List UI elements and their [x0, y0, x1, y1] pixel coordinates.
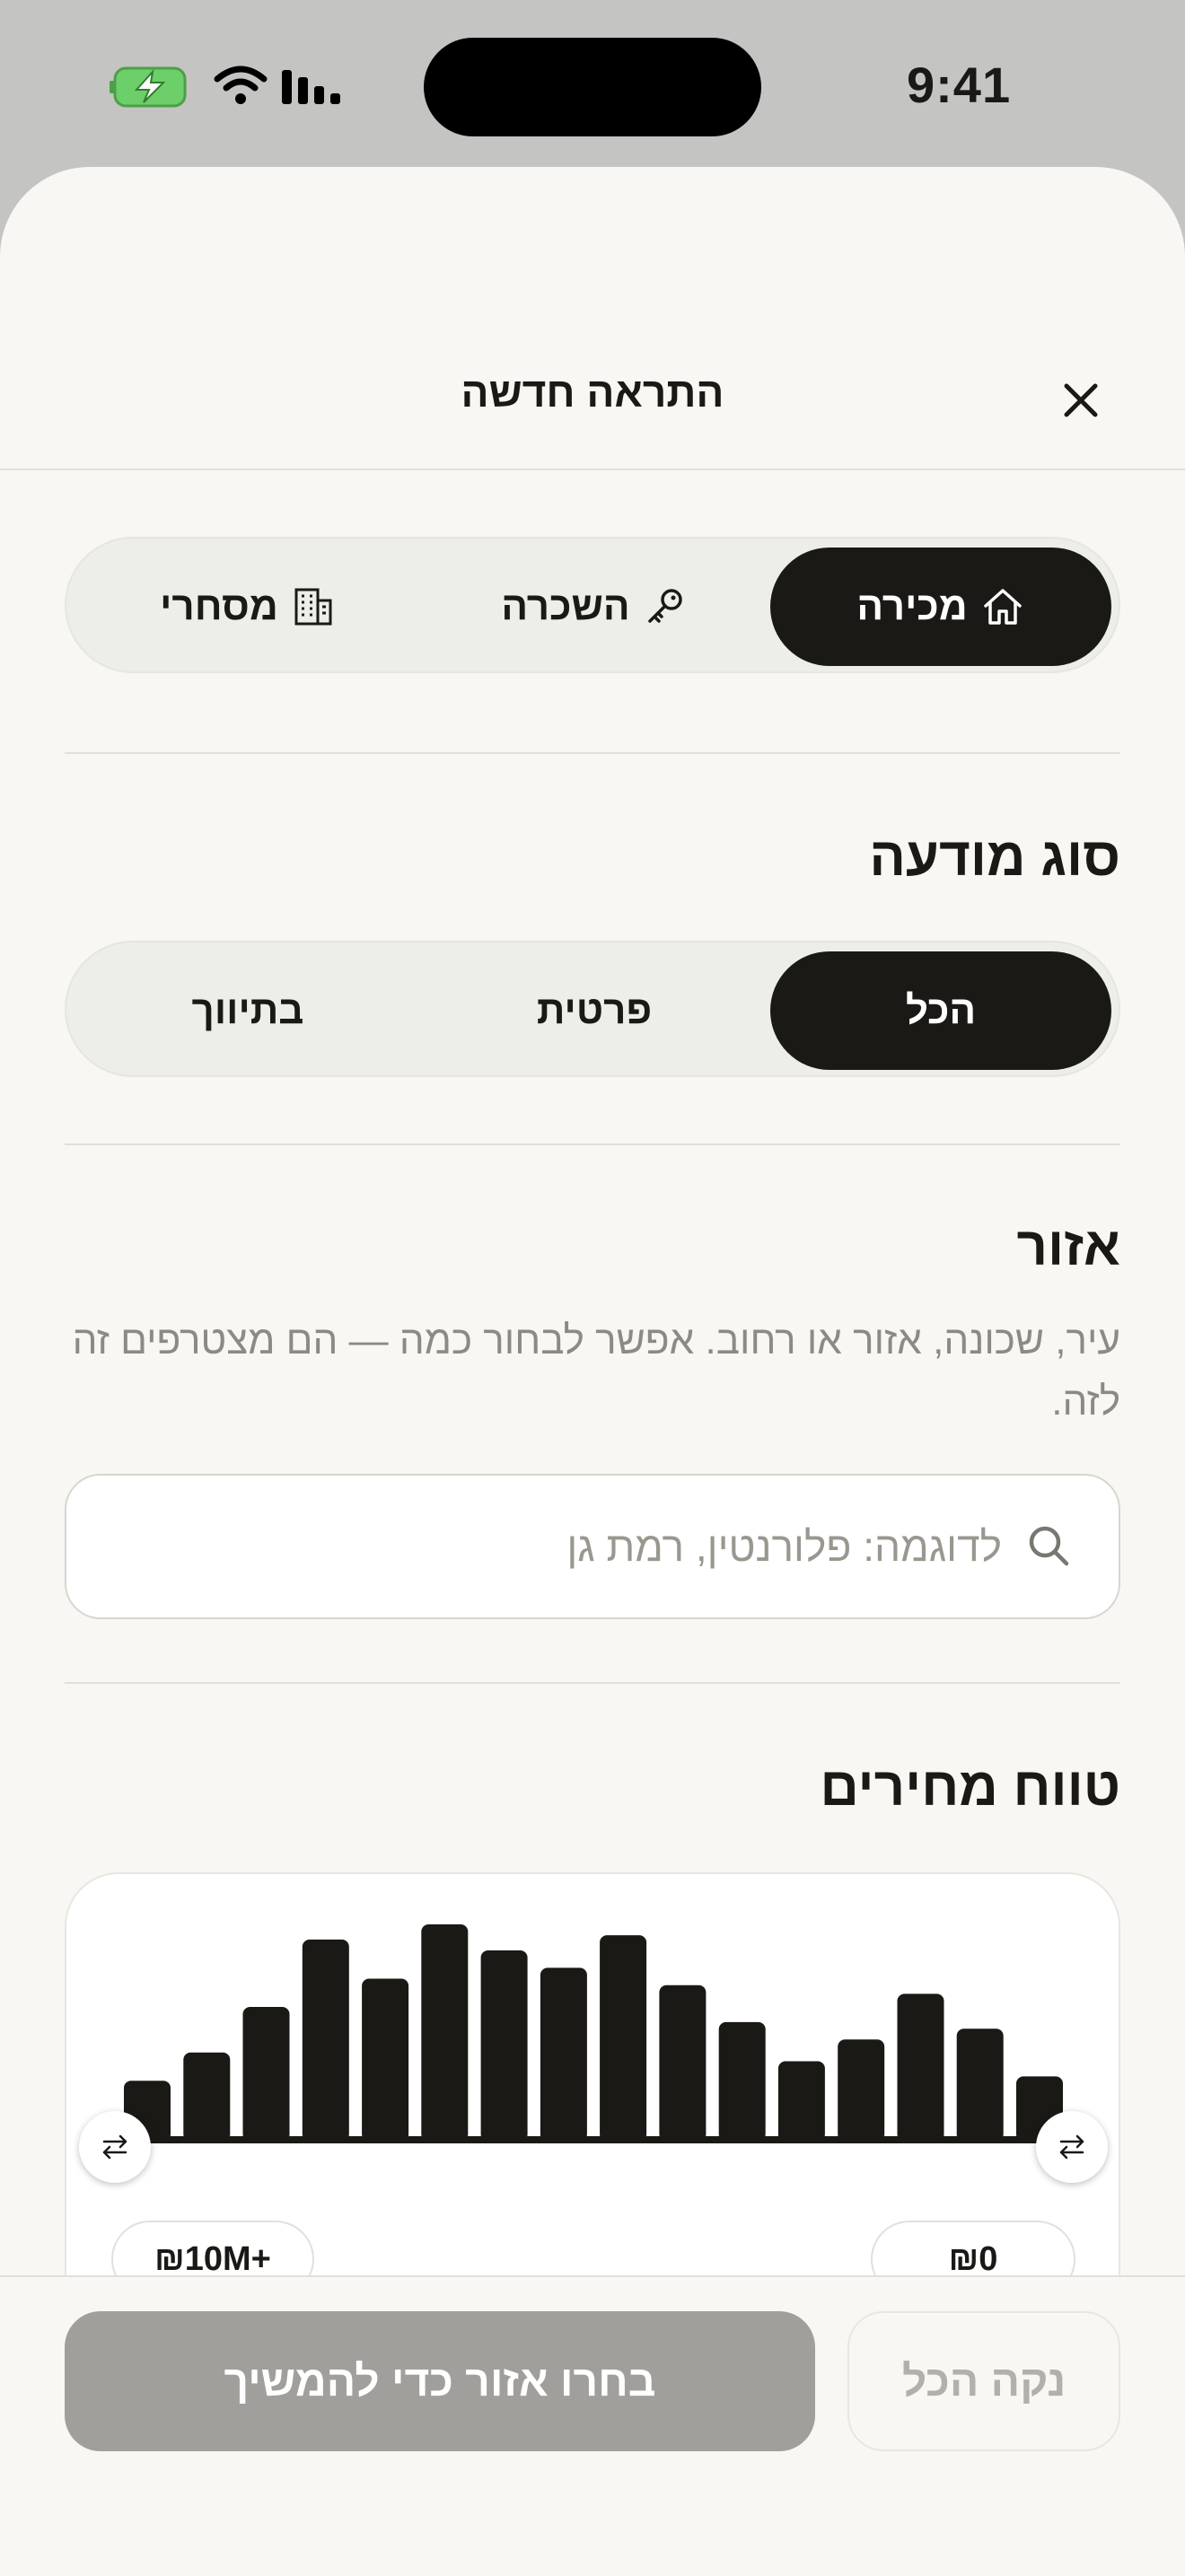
clear-all-button[interactable]: נקה הכל — [847, 2311, 1120, 2451]
area-search-placeholder: לדוגמה: פלורנטין, רמת גן — [566, 1523, 1002, 1570]
option-agency-label: בתיווך — [191, 988, 304, 1032]
home-icon — [983, 589, 1022, 625]
section-divider — [65, 752, 1120, 754]
continue-button[interactable]: בחרו אזור כדי להמשיך — [65, 2311, 815, 2451]
section-divider — [65, 1682, 1120, 1684]
histogram-bar — [718, 2021, 766, 2142]
histogram-bar — [659, 1985, 707, 2142]
histogram-bar — [838, 2039, 885, 2142]
close-icon — [1064, 383, 1098, 417]
close-button[interactable] — [1056, 375, 1106, 425]
price-max-handle[interactable] — [79, 2111, 151, 2183]
histogram-bar — [480, 1950, 528, 2142]
battery-charging-icon — [110, 66, 190, 112]
status-bar: 9:41 — [0, 0, 1185, 167]
histogram-bar — [302, 1939, 349, 2142]
deal-type-segmented-control: מכירה השכרה מסחרי — [65, 537, 1120, 673]
histogram-bar — [242, 2007, 290, 2142]
new-alert-sheet: התראה חדשה מכירה השכרה מסחרי סוג מודעה ה… — [0, 167, 1185, 2574]
tab-commercial-label: מסחרי — [160, 584, 278, 628]
area-search-input[interactable]: לדוגמה: פלורנטין, רמת גן — [65, 1474, 1120, 1619]
wifi-icon — [214, 65, 268, 110]
histogram-bar — [540, 1967, 587, 2142]
swap-arrows-icon — [1059, 2134, 1084, 2160]
option-agency[interactable]: בתיווך — [77, 951, 418, 1070]
tab-rent[interactable]: השכרה — [424, 548, 765, 666]
option-all[interactable]: הכל — [770, 951, 1111, 1070]
tab-commercial[interactable]: מסחרי — [77, 548, 418, 666]
histogram-bar — [897, 1993, 944, 2142]
histogram-svg — [124, 1924, 1063, 2143]
tab-sale-label: מכירה — [856, 584, 968, 628]
tab-rent-label: השכרה — [501, 584, 630, 628]
histogram-bar — [362, 1978, 409, 2142]
histogram-bar — [421, 1924, 469, 2142]
area-description: עיר, שכונה, אזור או רחוב. אפשר לבחור כמה… — [72, 1319, 1120, 1424]
sheet-footer: בחרו אזור כדי להמשיך נקה הכל — [0, 2275, 1185, 2576]
tab-sale[interactable]: מכירה — [770, 548, 1111, 666]
swap-arrows-icon — [102, 2134, 127, 2160]
section-divider — [65, 1143, 1120, 1145]
listing-type-heading: סוג מודעה — [869, 827, 1120, 887]
price-min-handle[interactable] — [1036, 2111, 1108, 2183]
search-icon — [1029, 1526, 1069, 1566]
histogram-bar — [777, 2061, 825, 2142]
option-private[interactable]: פרטית — [424, 951, 765, 1070]
sheet-header: התראה חדשה — [0, 167, 1185, 470]
listing-type-segmented-control: הכל פרטית בתיווך — [65, 941, 1120, 1077]
price-range-heading: טווח מחירים — [820, 1757, 1120, 1817]
key-icon — [647, 589, 682, 623]
option-private-label: פרטית — [536, 988, 653, 1032]
histogram-track — [124, 2136, 1063, 2143]
dynamic-island — [424, 38, 761, 136]
option-all-label: הכל — [905, 988, 977, 1032]
price-histogram — [124, 1874, 1063, 2143]
building-icon — [294, 588, 332, 626]
status-time: 9:41 — [907, 57, 1012, 113]
sheet-title: התראה חדשה — [461, 369, 724, 416]
histogram-bar — [600, 1935, 647, 2142]
histogram-bar — [956, 2028, 1004, 2142]
histogram-bar — [183, 2052, 231, 2142]
cellular-signal-icon — [282, 66, 345, 110]
area-heading: אזור — [1016, 1216, 1120, 1276]
